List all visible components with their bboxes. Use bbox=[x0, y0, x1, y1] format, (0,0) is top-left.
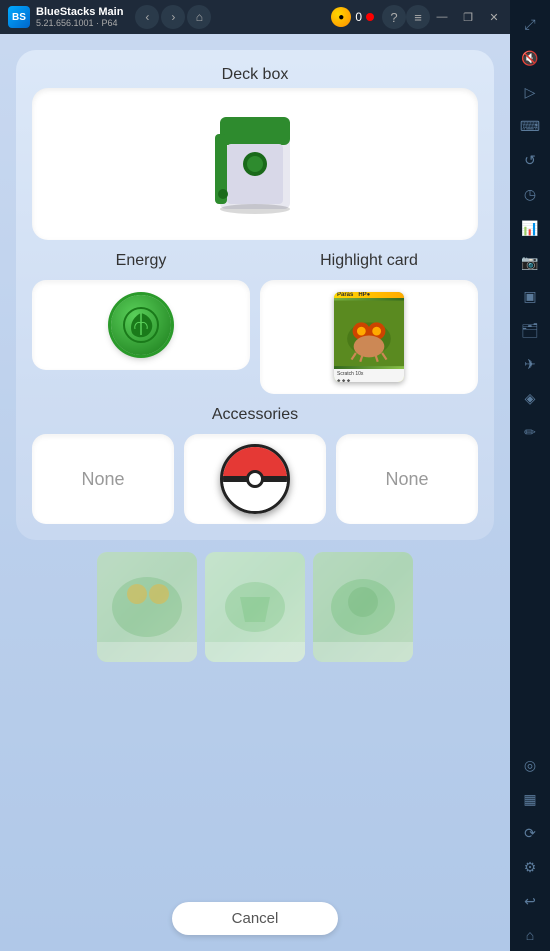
app-info: BlueStacks Main 5.21.656.1001 · P64 bbox=[36, 6, 123, 28]
forward-button[interactable]: › bbox=[161, 5, 185, 29]
pokeball-center bbox=[246, 470, 264, 488]
expand-icon[interactable]: ⤢ bbox=[514, 8, 546, 40]
navigation-controls: ‹ › ⌂ bbox=[135, 5, 211, 29]
accessory-right-box[interactable]: None bbox=[336, 434, 478, 524]
bottom-card-1[interactable] bbox=[97, 552, 197, 662]
highlight-card-img: Paras HP● bbox=[334, 292, 404, 382]
menu-button[interactable]: ≡ bbox=[406, 5, 430, 29]
package-icon[interactable]: ▦ bbox=[514, 783, 546, 815]
keyboard-icon[interactable]: ⌨ bbox=[514, 110, 546, 142]
settings-icon[interactable]: ⚙ bbox=[514, 851, 546, 883]
coin-count: 0 bbox=[355, 10, 362, 24]
back-icon[interactable]: ↩ bbox=[514, 885, 546, 917]
folder-icon[interactable]: 🗂 bbox=[514, 314, 546, 346]
app-name: BlueStacks Main bbox=[36, 6, 123, 18]
accessories-row: None None bbox=[32, 434, 478, 524]
volume-icon[interactable]: 🔇 bbox=[514, 42, 546, 74]
deck-box-section: Deck box bbox=[32, 66, 478, 240]
screen-record-icon[interactable]: ▣ bbox=[514, 280, 546, 312]
title-bar-left: BS BlueStacks Main 5.21.656.1001 · P64 bbox=[0, 6, 123, 28]
home-button[interactable]: ⌂ bbox=[187, 5, 211, 29]
minimize-button[interactable]: — bbox=[430, 5, 454, 29]
chart-icon[interactable]: 📊 bbox=[514, 212, 546, 244]
deck-box-art bbox=[195, 104, 315, 224]
none-left-text: None bbox=[81, 469, 124, 490]
accessories-section: Accessories None bbox=[32, 406, 478, 524]
deck-box-svg bbox=[205, 109, 305, 219]
deck-box-container[interactable] bbox=[32, 88, 478, 240]
airplane-icon[interactable]: ✈ bbox=[514, 348, 546, 380]
accessory-center-box[interactable] bbox=[184, 434, 326, 524]
bottom-cards bbox=[81, 540, 429, 662]
none-right-text: None bbox=[385, 469, 428, 490]
notification-dot bbox=[366, 13, 374, 21]
app-version: 5.21.656.1001 · P64 bbox=[36, 18, 123, 28]
leaf-svg bbox=[123, 307, 159, 343]
home-icon[interactable]: ⌂ bbox=[514, 919, 546, 951]
app-content: Deck box bbox=[0, 34, 510, 894]
play-icon[interactable]: ▷ bbox=[514, 76, 546, 108]
main-card: Deck box bbox=[16, 50, 494, 540]
cancel-area: Cancel bbox=[0, 894, 510, 951]
main-area: Deck box bbox=[0, 34, 510, 951]
camera-icon[interactable]: 📷 bbox=[514, 246, 546, 278]
rotate-left-icon[interactable]: ↺ bbox=[514, 144, 546, 176]
card-image-area bbox=[334, 298, 404, 369]
window-controls: — ❐ ✕ bbox=[430, 5, 506, 29]
highlight-card-title: Highlight card bbox=[260, 252, 478, 270]
energy-box[interactable] bbox=[32, 280, 250, 370]
two-col-section: Energy bbox=[32, 252, 478, 394]
restore-button[interactable]: ❐ bbox=[456, 5, 480, 29]
clock-icon[interactable]: ◷ bbox=[514, 178, 546, 210]
title-bar: BS BlueStacks Main 5.21.656.1001 · P64 ‹… bbox=[0, 0, 510, 34]
bluestacks-logo: BS bbox=[8, 6, 30, 28]
coin-icon: ● bbox=[331, 7, 351, 27]
location-icon[interactable]: ◈ bbox=[514, 382, 546, 414]
back-button[interactable]: ‹ bbox=[135, 5, 159, 29]
eraser-icon[interactable]: ✏ bbox=[514, 416, 546, 448]
deck-box-title: Deck box bbox=[32, 66, 478, 84]
accessory-left-box[interactable]: None bbox=[32, 434, 174, 524]
pokeball bbox=[220, 444, 290, 514]
energy-title: Energy bbox=[32, 252, 250, 270]
accessories-title: Accessories bbox=[32, 406, 478, 424]
cancel-button[interactable]: Cancel bbox=[172, 902, 339, 935]
highlight-card-box[interactable]: Paras HP● bbox=[260, 280, 478, 394]
energy-section: Energy bbox=[32, 252, 250, 394]
energy-icon bbox=[111, 295, 171, 355]
card-bottom: Scratch 10x ⬥ ⬥ ⬥ bbox=[334, 369, 404, 382]
highlight-card-section: Highlight card Paras HP● bbox=[260, 252, 478, 394]
bottom-card-3[interactable] bbox=[313, 552, 413, 662]
pin-icon[interactable]: ◎ bbox=[514, 749, 546, 781]
close-button[interactable]: ✕ bbox=[482, 5, 506, 29]
right-sidebar: ⤢ 🔇 ▷ ⌨ ↺ ◷ 📊 📷 ▣ 🗂 ✈ ◈ ✏ ◎ ▦ ⟳ ⚙ ↩ ⌂ bbox=[510, 0, 550, 951]
coin-area: ● 0 bbox=[331, 7, 374, 27]
bottom-card-2[interactable] bbox=[205, 552, 305, 662]
sync-icon[interactable]: ⟳ bbox=[514, 817, 546, 849]
help-button[interactable]: ? bbox=[382, 5, 406, 29]
